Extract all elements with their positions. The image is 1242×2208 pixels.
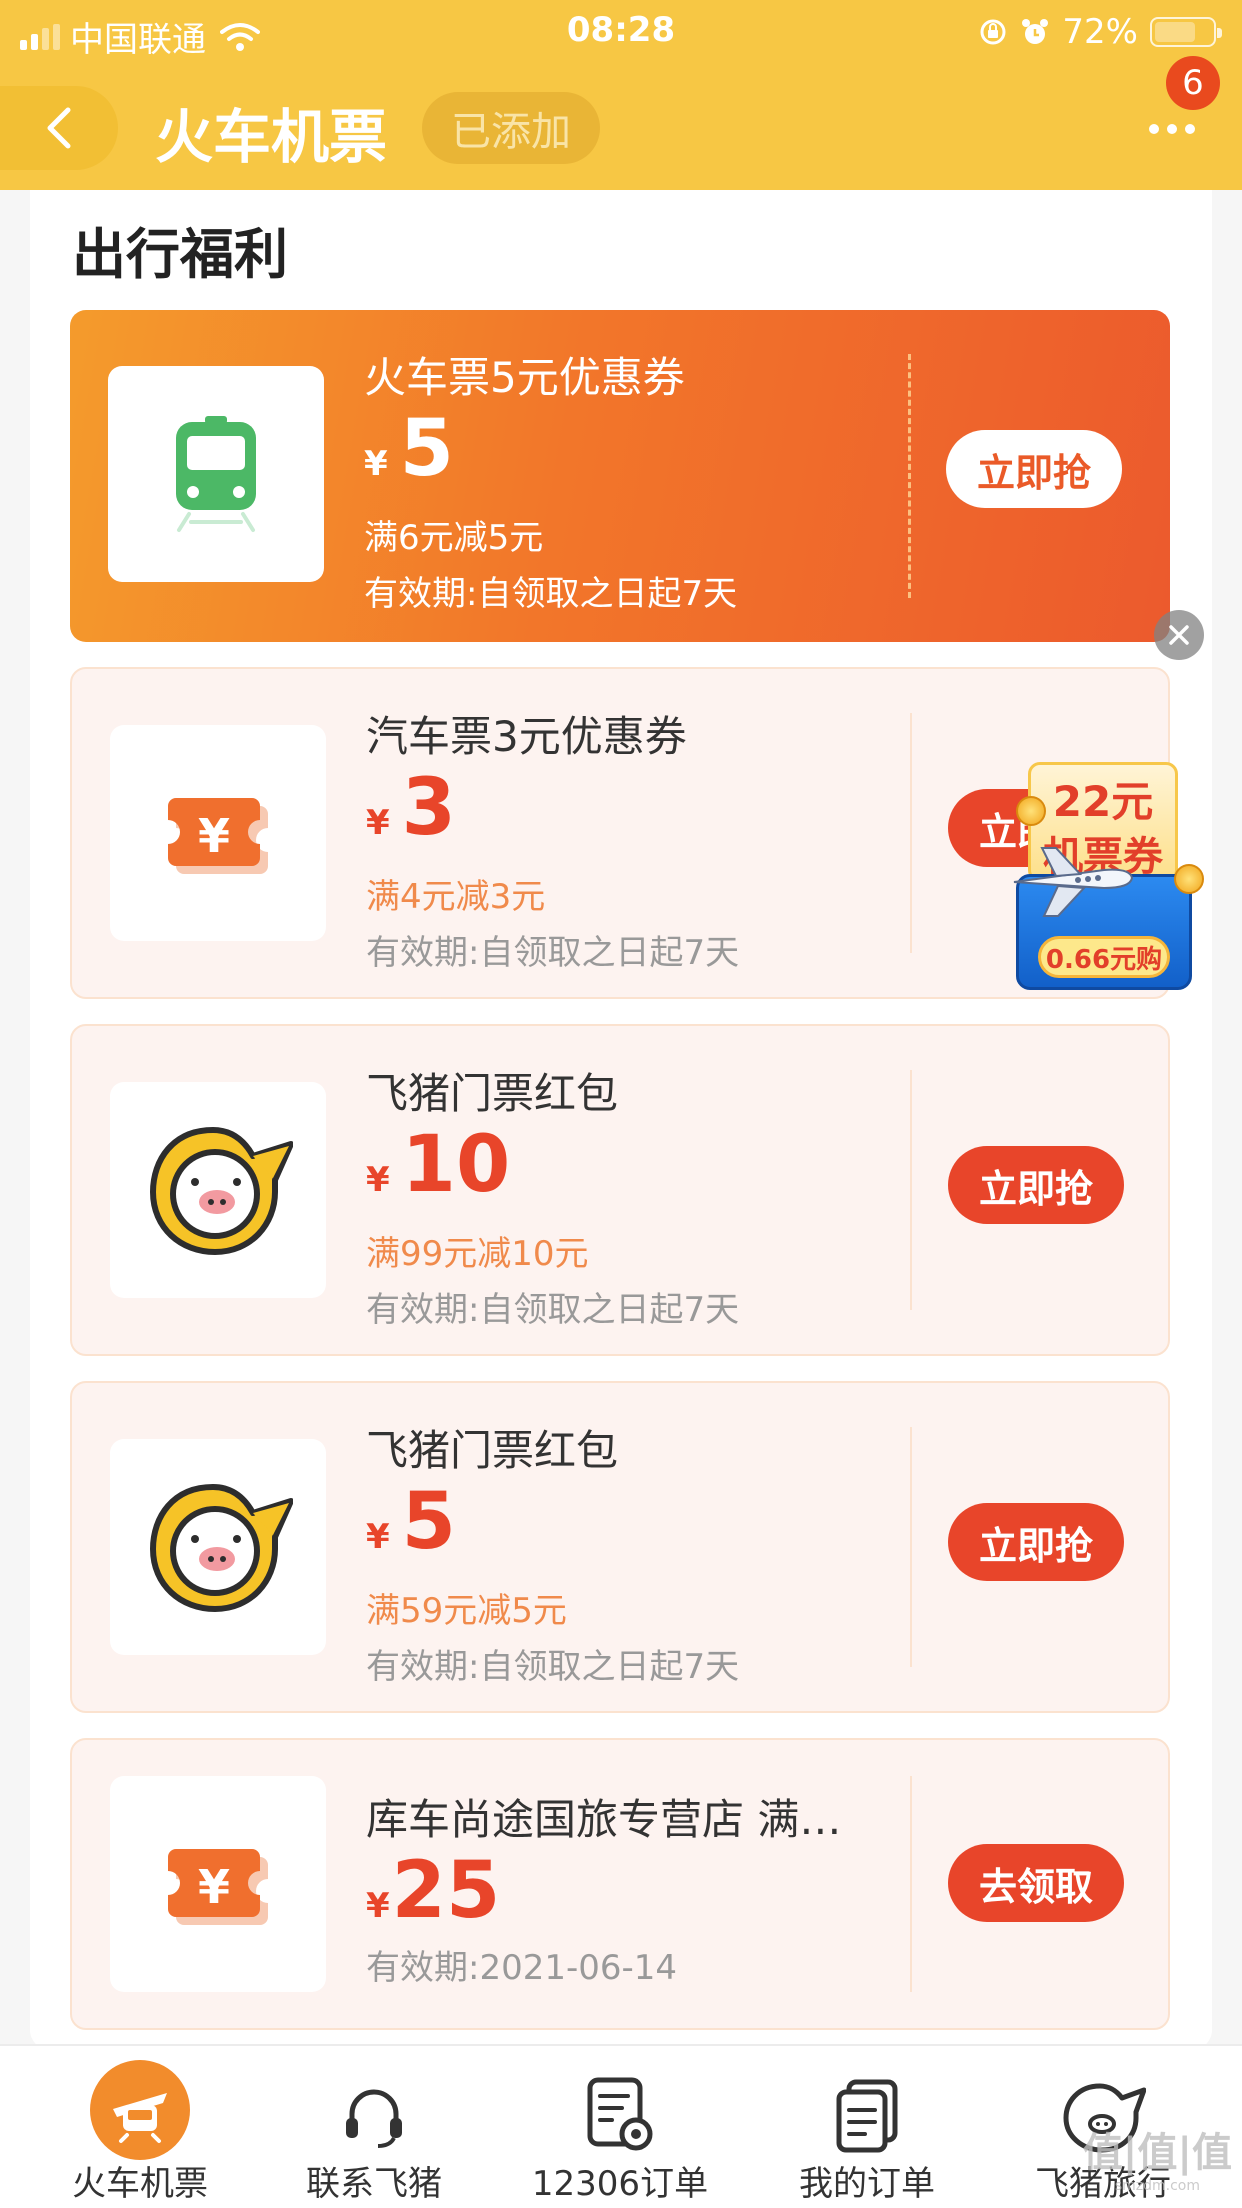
tab-train-plane[interactable]: 火车机票	[20, 2046, 260, 2208]
alarm-icon	[1022, 19, 1049, 44]
ticket-yen-icon: ¥	[168, 1849, 268, 1925]
coupon-amount: ¥ 10	[366, 1126, 510, 1204]
close-promo-button[interactable]	[1154, 610, 1204, 660]
tab-label: 我的订单	[799, 2164, 935, 2204]
promo-buy-price: 0.66元购	[1038, 936, 1170, 978]
document-search-icon	[574, 2070, 666, 2162]
coupon-card: 飞猪门票红包 ¥ 10 满99元减10元 有效期:自领取之日起7天 立即抢	[70, 1024, 1170, 1356]
divider	[910, 713, 912, 953]
currency-symbol: ¥	[366, 1886, 390, 1926]
more-menu-button[interactable]	[1142, 114, 1202, 144]
coupon-validity: 有效期:自领取之日起7天	[364, 574, 738, 614]
tab-my-orders[interactable]: 我的订单	[747, 2046, 987, 2208]
airplane-icon	[1013, 847, 1134, 917]
coupon-name: 汽车票3元优惠券	[366, 712, 687, 761]
currency-symbol: ¥	[366, 1517, 390, 1557]
coupon-amount: ¥ 3	[366, 769, 456, 847]
coupon-amount: ¥ 5	[366, 1483, 456, 1561]
svg-text:¥: ¥	[198, 1860, 230, 1914]
coupon-thumb: ¥	[110, 725, 326, 941]
coupon-condition: 满4元减3元	[366, 877, 546, 917]
amount-value: 5	[401, 1477, 456, 1567]
train-plane-icon	[90, 2060, 190, 2160]
tab-12306-orders[interactable]: 12306订单	[500, 2046, 740, 2208]
coupon-validity: 有效期:自领取之日起7天	[366, 1647, 740, 1687]
divider	[910, 1070, 912, 1310]
divider	[910, 1776, 912, 1992]
coupon-amount: ¥ 25	[366, 1852, 500, 1930]
amount-value: 5	[399, 404, 454, 494]
currency-symbol: ¥	[366, 1160, 390, 1200]
tab-label: 12306订单	[531, 2164, 709, 2204]
orders-icon	[821, 2070, 913, 2162]
coupon-card: ¥ 汽车票3元优惠券 ¥ 3 满4元减3元 有效期:自领取之日起7天 立即抢	[70, 667, 1170, 999]
coupon-thumb	[110, 1082, 326, 1298]
bottom-tab-bar: 火车机票 联系飞猪 12306订单 我的订单 飞猪旅行	[0, 2044, 1242, 2208]
coupon-validity: 有效期:自领取之日起7天	[366, 1290, 740, 1330]
coupon-condition: 满59元减5元	[366, 1591, 567, 1631]
grab-now-button[interactable]: 立即抢	[948, 1503, 1124, 1581]
tab-contact[interactable]: 联系飞猪	[254, 2046, 494, 2208]
coupon-name: 飞猪门票红包	[366, 1426, 619, 1475]
close-icon	[1169, 625, 1189, 645]
coupon-condition: 满6元减5元	[364, 518, 544, 558]
added-status-pill[interactable]: 已添加	[422, 92, 600, 164]
flight-coupon-promo[interactable]: 22元 机票券 0.66元购	[1010, 762, 1204, 990]
watermark-sub: smzdm.com	[1114, 2178, 1200, 2194]
train-icon	[176, 416, 256, 532]
coupon-thumb	[110, 1439, 326, 1655]
fliggy-pig-icon	[150, 1484, 293, 1612]
grab-now-button[interactable]: 立即抢	[948, 1146, 1124, 1224]
amount-value: 3	[401, 763, 456, 853]
section-title: 出行福利	[72, 223, 288, 286]
grab-now-button[interactable]: 立即抢	[946, 430, 1122, 508]
ticket-yen-icon: ¥	[168, 798, 268, 874]
watermark-text: 值|值|值	[1082, 2130, 1232, 2176]
coupon-card: 飞猪门票红包 ¥ 5 满59元减5元 有效期:自领取之日起7天 立即抢	[70, 1381, 1170, 1713]
headset-icon	[328, 2070, 420, 2162]
status-right: 72%	[978, 12, 1222, 52]
tab-label: 联系飞猪	[306, 2164, 442, 2204]
coin-icon	[1174, 864, 1204, 894]
divider	[910, 1427, 912, 1667]
coupon-name: 火车票5元优惠券	[364, 353, 685, 402]
coupon-thumb	[108, 366, 324, 582]
notification-badge: 6	[1166, 56, 1220, 110]
claim-button[interactable]: 去领取	[948, 1844, 1124, 1922]
currency-symbol: ¥	[364, 444, 388, 484]
status-bar: 中国联通 08:28 72%	[0, 0, 1242, 60]
coupon-thumb: ¥	[110, 1776, 326, 1992]
coupon-name: 飞猪门票红包	[366, 1069, 619, 1118]
dashed-divider	[908, 354, 911, 598]
coupon-amount: ¥ 5	[364, 410, 454, 488]
coupon-card: 火车票5元优惠券 ¥ 5 满6元减5元 有效期:自领取之日起7天 立即抢	[70, 310, 1170, 642]
watermark-logo: 值|值|值 smzdm.com	[1083, 2120, 1232, 2194]
chevron-left-icon	[47, 107, 71, 149]
coupon-validity: 有效期:2021-06-14	[366, 1948, 678, 1988]
coupon-card: ¥ 库车尚途国旅专营店 满… ¥ 25 有效期:2021-06-14 去领取	[70, 1738, 1170, 2030]
nav-bar: 火车机票 已添加	[0, 70, 1242, 180]
amount-value: 25	[391, 1846, 501, 1936]
coupon-name: 库车尚途国旅专营店 满…	[366, 1795, 842, 1844]
battery-percent: 72%	[1062, 12, 1138, 52]
amount-value: 10	[401, 1120, 511, 1210]
app-header: 中国联通 08:28 72% 火车机票 已添加 6	[0, 0, 1242, 190]
back-button[interactable]	[0, 86, 118, 170]
currency-symbol: ¥	[366, 803, 390, 843]
coupon-condition: 满99元减10元	[366, 1234, 589, 1274]
battery-icon	[1150, 17, 1222, 47]
orientation-lock-icon	[980, 19, 1006, 45]
fliggy-pig-icon	[150, 1127, 293, 1255]
tab-label: 火车机票	[72, 2164, 208, 2204]
coin-icon	[1016, 796, 1046, 826]
svg-text:¥: ¥	[198, 809, 230, 863]
page-title: 火车机票	[155, 103, 388, 171]
coupon-validity: 有效期:自领取之日起7天	[366, 933, 740, 973]
